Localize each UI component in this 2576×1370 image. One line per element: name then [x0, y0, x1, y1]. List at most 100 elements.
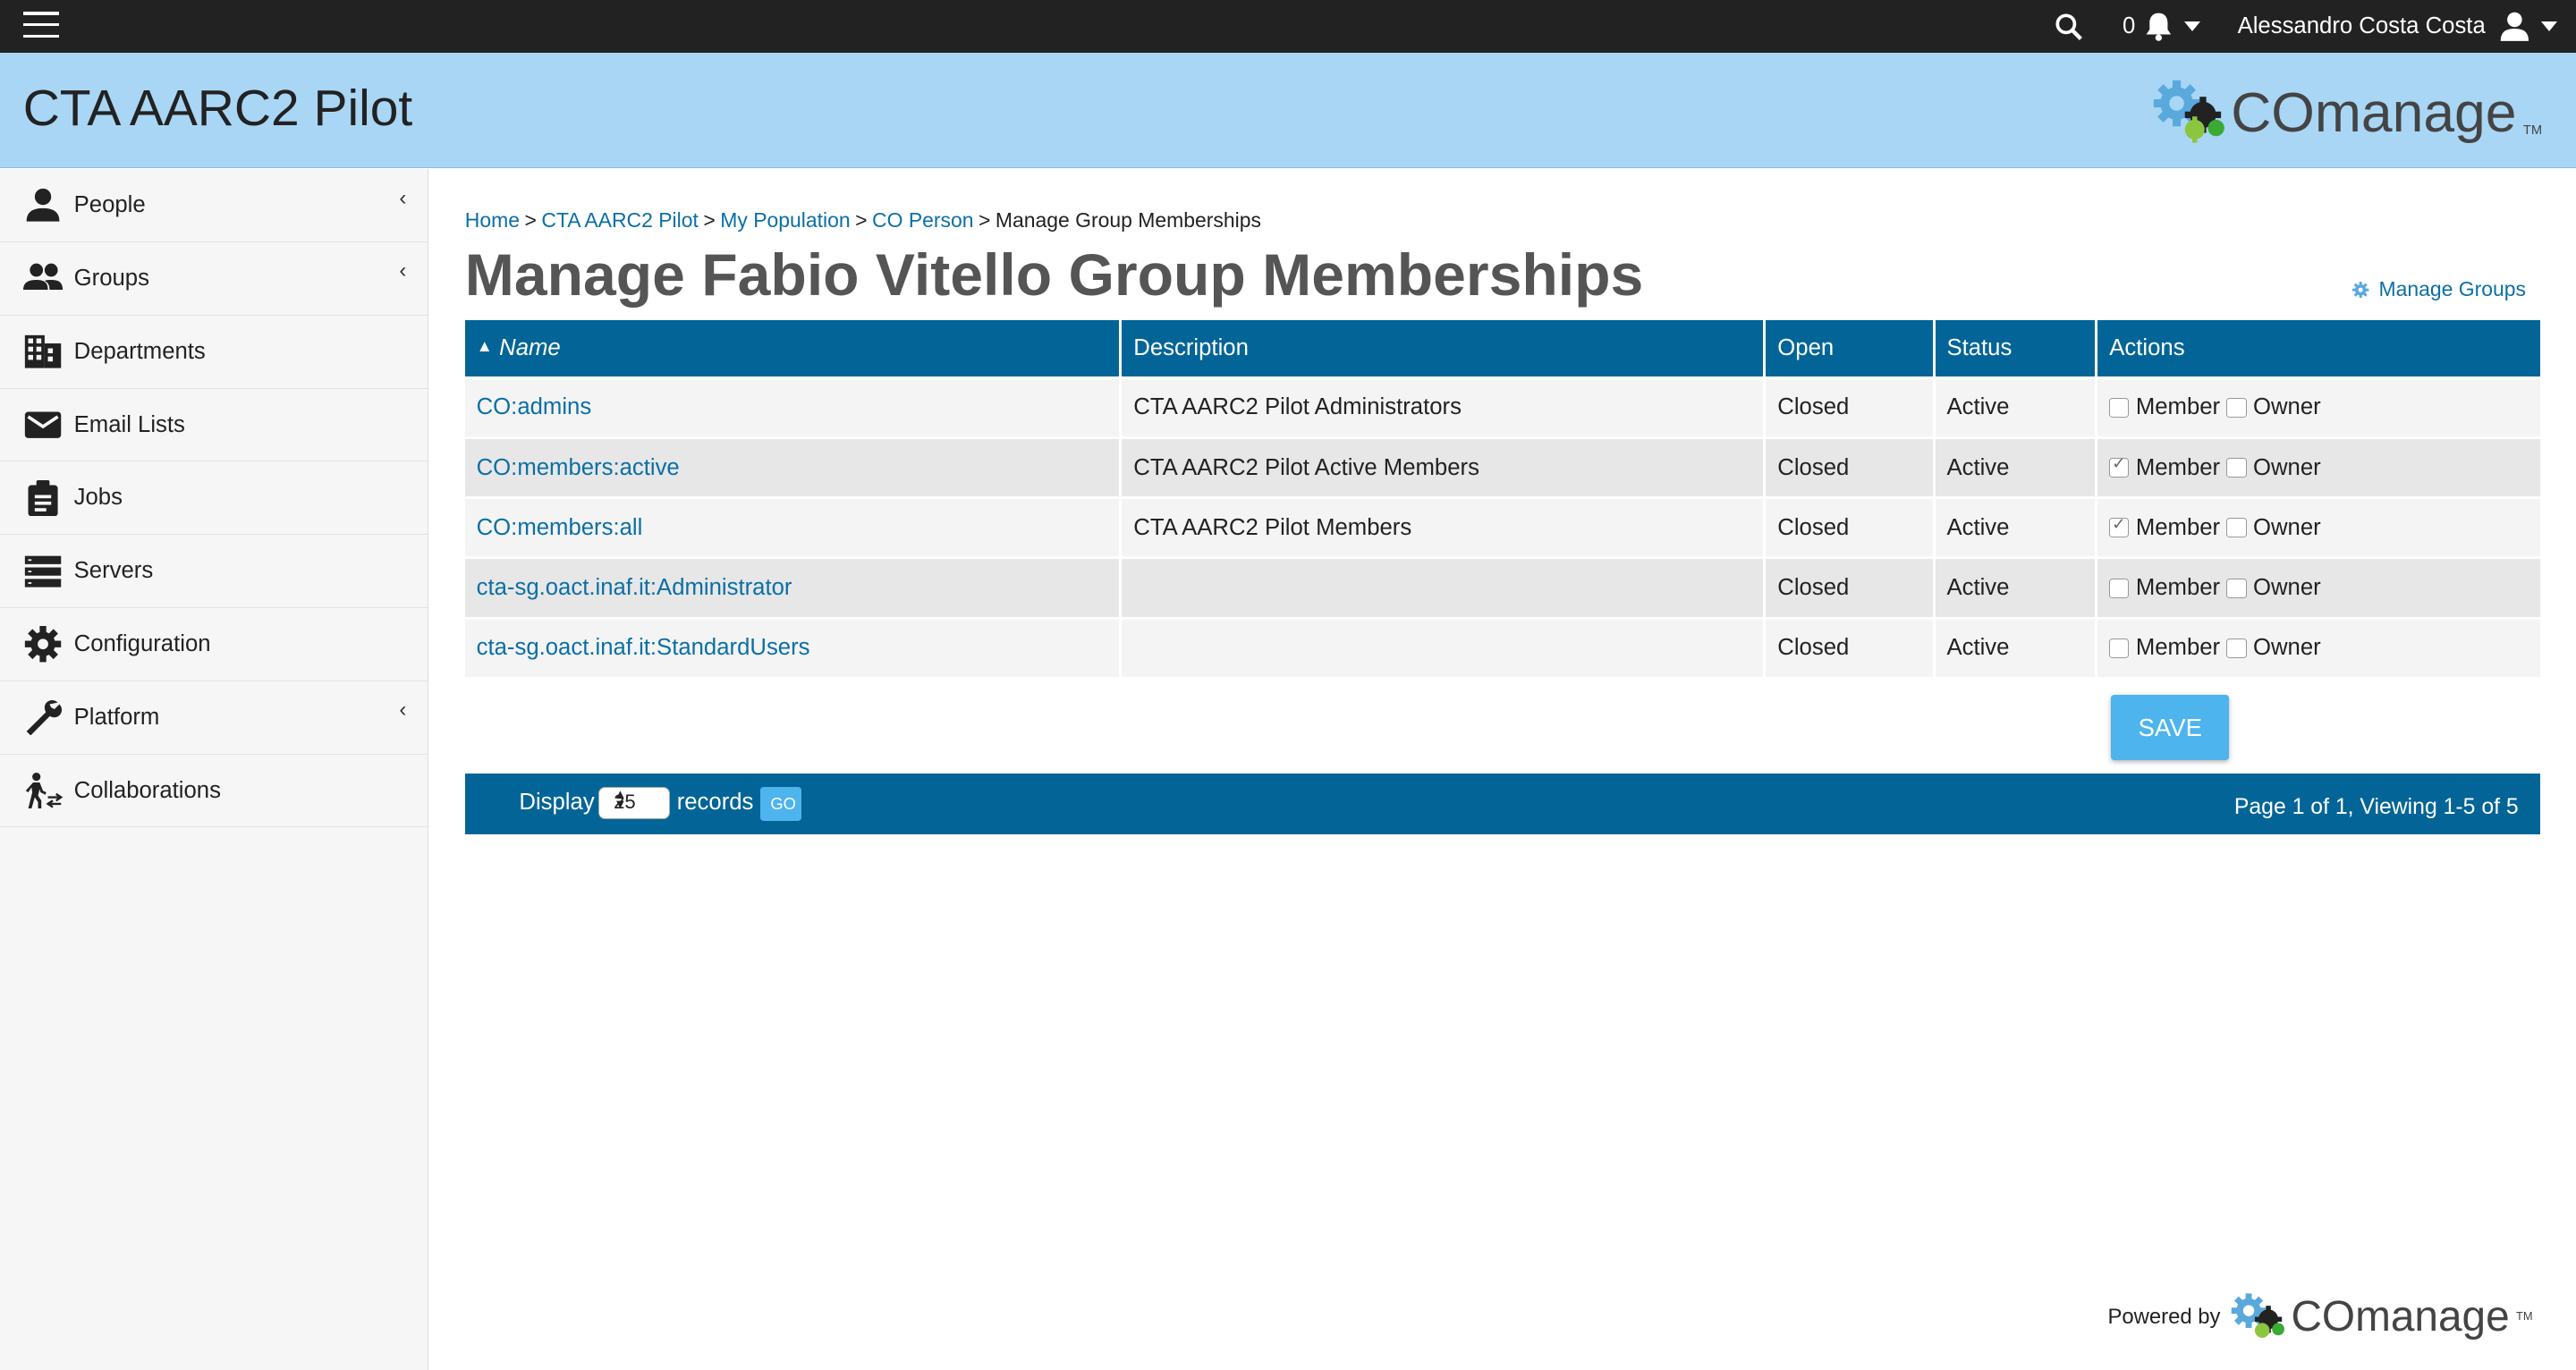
column-header-name[interactable]: ▲ Name	[464, 320, 1123, 376]
table-row: CO:members:active CTA AARC2 Pilot Active …	[464, 436, 2540, 497]
sidebar-item-label: Configuration	[73, 630, 211, 656]
pagination-bar: Display 25 ▲ ▼ records GO Page 1 of 1, Vi…	[464, 774, 2540, 835]
menu-icon[interactable]	[22, 11, 63, 41]
envelope-icon	[24, 411, 61, 438]
footer-logo-trademark: TM	[2515, 1308, 2533, 1323]
group-name-cell: CO:members:active	[464, 436, 1123, 497]
owner-label: Owner	[2253, 454, 2321, 480]
search-icon	[2055, 13, 2082, 40]
gears-icon	[2231, 1293, 2284, 1339]
column-header-open: Open	[1766, 320, 1936, 376]
sidebar-item-people[interactable]: People ‹	[0, 169, 428, 242]
breadcrumb: Home > CTA AARC2 Pilot > My Population > CO Pe…	[465, 208, 1261, 233]
breadcrumb-co-person[interactable]: CO Person	[872, 208, 973, 232]
logo-text: COmanage	[2231, 80, 2517, 144]
owner-checkbox[interactable]	[2226, 397, 2247, 418]
sidebar-item-configuration[interactable]: Configuration	[0, 608, 428, 681]
breadcrumb-separator: >	[703, 208, 716, 233]
sidebar-item-label: Jobs	[73, 485, 123, 511]
group-actions: Member Owner	[2097, 556, 2540, 617]
breadcrumb-co[interactable]: CTA AARC2 Pilot	[541, 208, 699, 232]
member-label: Member	[2135, 575, 2221, 601]
sidebar-item-label: Departments	[73, 338, 206, 364]
sidebar-item-email-lists[interactable]: Email Lists	[0, 389, 428, 462]
site-header: CTA AARC2 Pilot COmanage TM	[0, 52, 2576, 169]
page-size-select[interactable]: 25 ▲ ▼	[597, 786, 671, 820]
people-icon	[22, 263, 63, 291]
group-actions: Member Owner	[2097, 436, 2540, 497]
top-bar: 0 Alessandro Costa Costa	[0, 0, 2576, 53]
member-checkbox[interactable]	[2109, 453, 2130, 478]
sidebar-item-platform[interactable]: Platform ‹	[0, 681, 428, 755]
logo-trademark: TM	[2522, 123, 2543, 139]
manage-groups-link[interactable]: Manage Groups	[2352, 277, 2526, 301]
user-name: Alessandro Costa Costa	[2237, 13, 2486, 38]
group-description: CTA AARC2 Pilot Active Members	[1122, 436, 1767, 497]
member-label: Member	[2135, 635, 2221, 661]
table-row: CO:members:all CTA AARC2 Pilot Members Clo…	[464, 496, 2540, 557]
breadcrumb-current: Manage Group Memberships	[995, 208, 1261, 233]
owner-label: Owner	[2253, 514, 2321, 540]
user-menu-button[interactable]: Alessandro Costa Costa	[2238, 0, 2558, 53]
records-label: records	[676, 790, 754, 816]
save-button[interactable]: SAVE	[2111, 694, 2230, 761]
group-open: Closed	[1766, 616, 1936, 677]
manage-groups-label: Manage Groups	[2378, 277, 2526, 301]
sidebar-item-jobs[interactable]: Jobs	[0, 461, 428, 536]
breadcrumb-my-population[interactable]: My Population	[720, 208, 850, 232]
group-open: Closed	[1766, 376, 1936, 436]
table-header-row: ▲ Name Description Open Status Actions	[464, 320, 2540, 376]
table-row: cta-sg.oact.inaf.it:Administrator Closed A…	[464, 556, 2540, 617]
wrench-icon	[26, 700, 62, 736]
bell-icon	[2146, 13, 2171, 41]
group-status: Active	[1935, 436, 2098, 497]
sidebar-item-servers[interactable]: Servers	[0, 535, 428, 609]
group-name-cell: CO:admins	[464, 376, 1123, 436]
member-checkbox[interactable]	[2109, 514, 2130, 538]
sidebar-item-label: Servers	[73, 558, 154, 584]
group-name-link[interactable]: CO:admins	[477, 394, 592, 419]
chevron-left-icon: ‹	[399, 258, 407, 283]
go-button[interactable]: GO	[760, 786, 802, 822]
group-name-link[interactable]: CO:members:all	[477, 515, 643, 540]
breadcrumb-separator: >	[979, 208, 991, 233]
search-button[interactable]	[2050, 0, 2086, 53]
member-checkbox[interactable]	[2109, 397, 2130, 418]
walker-icon	[25, 772, 63, 809]
user-icon	[2501, 12, 2529, 41]
group-actions: Member Owner	[2097, 376, 2540, 436]
pager-status: Page 1 of 1, Viewing 1-5 of 5	[2233, 794, 2519, 819]
group-actions: Member Owner	[2097, 616, 2540, 677]
chevron-down-icon	[2541, 21, 2558, 31]
group-name-cell: cta-sg.oact.inaf.it:StandardUsers	[464, 616, 1123, 677]
group-description: CTA AARC2 Pilot Members	[1122, 496, 1767, 557]
owner-checkbox[interactable]	[2226, 578, 2247, 598]
owner-checkbox[interactable]	[2226, 518, 2247, 538]
sidebar-item-departments[interactable]: Departments	[0, 316, 428, 389]
member-checkbox[interactable]	[2109, 578, 2130, 598]
group-name-link[interactable]: cta-sg.oact.inaf.it:StandardUsers	[477, 635, 810, 660]
sidebar-item-label: Groups	[73, 265, 149, 291]
display-label: Display	[519, 790, 595, 816]
owner-checkbox[interactable]	[2226, 457, 2247, 478]
owner-checkbox[interactable]	[2226, 638, 2247, 659]
person-icon	[26, 189, 60, 222]
group-status: Active	[1935, 496, 2098, 557]
footer-logo-text[interactable]: COmanage	[2291, 1294, 2509, 1340]
member-checkbox[interactable]	[2109, 638, 2130, 659]
sidebar-item-label: Collaborations	[73, 777, 221, 803]
clipboard-icon	[28, 479, 58, 517]
notifications-button[interactable]: 0	[2123, 0, 2201, 53]
group-name-link[interactable]: CO:members:active	[477, 455, 680, 480]
group-open: Closed	[1766, 436, 1936, 497]
group-name-link[interactable]: cta-sg.oact.inaf.it:Administrator	[477, 575, 792, 600]
sidebar-item-groups[interactable]: Groups ‹	[0, 242, 428, 316]
main-content: Home > CTA AARC2 Pilot > My Population > CO Pe…	[464, 169, 2540, 1370]
member-label: Member	[2135, 394, 2221, 420]
comanage-logo[interactable]: COmanage TM	[2152, 79, 2542, 144]
group-description	[1122, 556, 1767, 617]
breadcrumb-home[interactable]: Home	[465, 208, 520, 232]
site-title: CTA AARC2 Pilot	[22, 80, 413, 138]
sidebar-item-collaborations[interactable]: Collaborations	[0, 755, 428, 828]
group-description	[1122, 616, 1767, 677]
